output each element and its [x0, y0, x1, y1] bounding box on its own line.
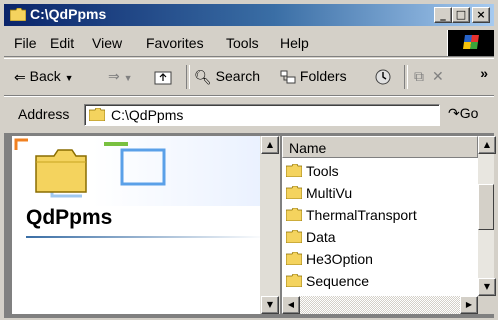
move-to-icon: ⧉ [414, 68, 424, 84]
folder-icon [286, 164, 302, 177]
list-item-label: Tools [306, 163, 339, 179]
windows-flag-icon [463, 35, 479, 49]
folder-icon [286, 208, 302, 221]
up-folder-icon [154, 71, 172, 85]
list-item[interactable]: Sequence [282, 270, 478, 292]
menu-help[interactable]: Help [280, 35, 309, 51]
list-item[interactable]: He3Option [282, 248, 478, 270]
address-input[interactable]: C:\QdPpms [84, 104, 440, 126]
folders-button[interactable]: Folders [280, 68, 347, 84]
file-list-scrollbar[interactable]: ▲ ▼ [478, 136, 496, 296]
folder-icon [286, 252, 302, 265]
list-item-label: Sequence [306, 273, 370, 289]
folder-icon [10, 8, 26, 21]
folders-icon [280, 70, 296, 84]
search-icon: 🔍︎ [194, 68, 212, 85]
scroll-right-button[interactable]: ▶ [460, 296, 478, 314]
scrollbar-corner [478, 296, 494, 314]
scroll-down-button[interactable]: ▼ [478, 278, 496, 296]
folder-title: QdPpms [26, 206, 113, 229]
search-label: Search [215, 68, 261, 84]
history-icon [375, 69, 391, 85]
forward-arrow-icon: ⇒ [108, 68, 120, 84]
back-label: Back [29, 68, 61, 84]
up-folder-button[interactable] [154, 68, 172, 85]
back-dropdown-icon[interactable]: ▼ [65, 73, 74, 83]
horizontal-scrollbar[interactable]: ◀ ▶ [282, 296, 478, 314]
column-header-label: Name [289, 140, 327, 156]
info-pane: QdPpms [12, 136, 280, 314]
forward-button[interactable]: ⇒ ▼ [108, 68, 133, 85]
menu-bar: File Edit View Favorites Tools Help [4, 30, 494, 57]
list-item-label: ThermalTransport [306, 207, 417, 223]
history-button[interactable] [374, 68, 392, 86]
folders-label: Folders [299, 68, 347, 84]
column-header-name[interactable]: Name [282, 136, 478, 158]
scroll-up-button[interactable]: ▲ [261, 136, 279, 154]
folder-icon [286, 274, 302, 287]
maximize-button[interactable]: □ [452, 7, 470, 23]
list-item[interactable]: Tools [282, 160, 478, 182]
large-folder-icon [35, 149, 87, 193]
scroll-thumb[interactable] [478, 184, 494, 230]
toolbar-separator-2 [404, 65, 408, 89]
list-item[interactable]: ThermalTransport [282, 204, 478, 226]
back-arrow-icon: ⇐ [14, 68, 26, 85]
go-label: Go [459, 105, 479, 121]
address-bar: Address C:\QdPpms ↷Go [4, 96, 494, 134]
folder-icon [286, 230, 302, 243]
address-label: Address [18, 106, 70, 122]
scroll-up-button[interactable]: ▲ [478, 136, 496, 154]
left-scrollbar[interactable]: ▲ ▼ [260, 136, 280, 314]
folder-icon [89, 108, 105, 121]
delete-button[interactable]: ✕ [432, 68, 444, 85]
file-list-pane: Name Tools MultiVu ThermalTransport Data… [282, 136, 494, 314]
chevron-more-icon[interactable]: » [480, 65, 488, 81]
address-value: C:\QdPpms [111, 107, 184, 123]
scroll-left-button[interactable]: ◀ [282, 296, 300, 314]
folder-icon [286, 186, 302, 199]
menu-tools[interactable]: Tools [226, 35, 259, 51]
go-arrow-icon: ↷ [448, 105, 460, 121]
delete-icon: ✕ [432, 68, 444, 84]
list-item[interactable]: MultiVu [282, 182, 478, 204]
go-button[interactable]: ↷Go [448, 105, 478, 122]
list-item-label: He3Option [306, 251, 373, 267]
folder-banner [12, 136, 280, 206]
window-title: C:\QdPpms [30, 6, 107, 22]
menu-edit[interactable]: Edit [50, 35, 74, 51]
search-button[interactable]: 🔍︎ Search [194, 68, 260, 86]
close-button[interactable]: × [472, 7, 490, 23]
toolbar-separator [186, 65, 190, 89]
menu-file[interactable]: File [14, 35, 37, 51]
menu-view[interactable]: View [92, 35, 122, 51]
list-item-label: MultiVu [306, 185, 353, 201]
list-item-label: Data [306, 229, 336, 245]
title-underline [26, 236, 266, 238]
menu-favorites[interactable]: Favorites [146, 35, 204, 51]
forward-dropdown-icon: ▼ [123, 73, 133, 83]
file-list: Tools MultiVu ThermalTransport Data He3O… [282, 160, 478, 292]
explorer-window: C:\QdPpms _ □ × File Edit View Favorites… [0, 0, 498, 320]
title-bar[interactable]: C:\QdPpms _ □ × [4, 4, 494, 26]
toolbar: ⇐ Back ▼ ⇒ ▼ 🔍︎ Search Folders ⧉ ✕ » [4, 58, 494, 96]
scroll-down-button[interactable]: ▼ [261, 296, 279, 314]
back-button[interactable]: ⇐ Back ▼ [14, 68, 74, 86]
minimize-button[interactable]: _ [434, 7, 452, 23]
list-item[interactable]: Data [282, 226, 478, 248]
windows-logo [447, 30, 494, 56]
move-to-button[interactable]: ⧉ [414, 68, 424, 85]
